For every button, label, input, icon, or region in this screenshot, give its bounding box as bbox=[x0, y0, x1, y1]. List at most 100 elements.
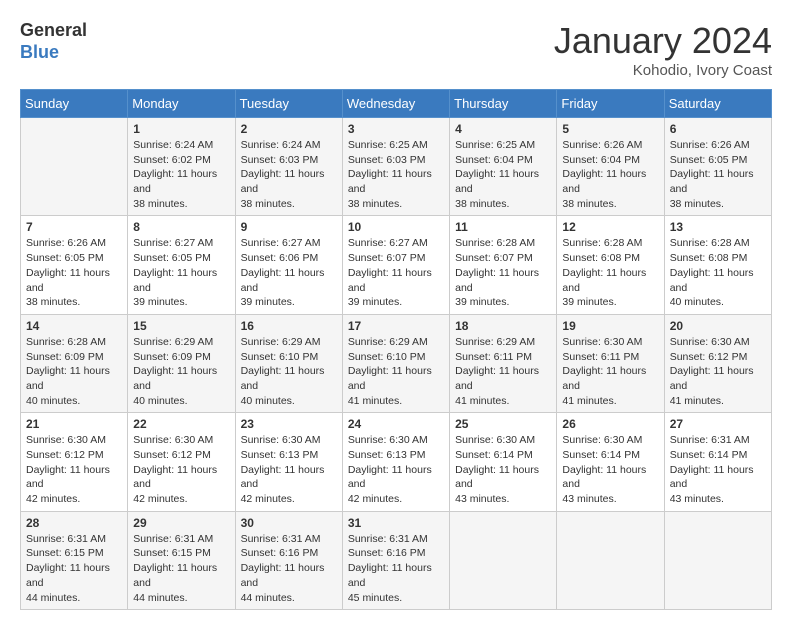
day-number: 1 bbox=[133, 122, 229, 136]
sunrise-text: Sunrise: 6:29 AM bbox=[455, 335, 551, 350]
day-number: 20 bbox=[670, 319, 766, 333]
cell-content: Sunrise: 6:26 AMSunset: 6:05 PMDaylight:… bbox=[26, 236, 122, 309]
sunset-text: Sunset: 6:04 PM bbox=[562, 153, 658, 168]
day-number: 25 bbox=[455, 417, 551, 431]
daylight-text: Daylight: 11 hours and38 minutes. bbox=[670, 167, 766, 211]
day-number: 17 bbox=[348, 319, 444, 333]
day-number: 11 bbox=[455, 220, 551, 234]
calendar-cell: 15Sunrise: 6:29 AMSunset: 6:09 PMDayligh… bbox=[128, 314, 235, 412]
calendar-cell: 23 Sunrise: 6:30 AMSunset: 6:13 PMDayligh… bbox=[235, 413, 342, 511]
sunset-text: Sunset: 6:13 PM bbox=[241, 448, 337, 463]
sunset-text: Sunset: 6:16 PM bbox=[241, 546, 337, 561]
sunset-text: Sunset: 6:05 PM bbox=[133, 251, 229, 266]
calendar-cell: 25Sunrise: 6:30 AMSunset: 6:14 PMDayligh… bbox=[450, 413, 557, 511]
weekday-header-tuesday: Tuesday bbox=[235, 90, 342, 118]
calendar-cell: 14Sunrise: 6:28 AMSunset: 6:09 PMDayligh… bbox=[21, 314, 128, 412]
weekday-header-wednesday: Wednesday bbox=[342, 90, 449, 118]
daylight-text: Daylight: 11 hours and39 minutes. bbox=[241, 266, 337, 310]
day-number: 27 bbox=[670, 417, 766, 431]
day-number: 24 bbox=[348, 417, 444, 431]
sunset-text: Sunset: 6:04 PM bbox=[455, 153, 551, 168]
page-header: General Blue General Blue January 2024 K… bbox=[20, 20, 772, 79]
daylight-text: Daylight: 11 hours and44 minutes. bbox=[133, 561, 229, 605]
sunset-text: Sunset: 6:11 PM bbox=[562, 350, 658, 365]
sunset-text: Sunset: 6:12 PM bbox=[26, 448, 122, 463]
daylight-text: Daylight: 11 hours and38 minutes. bbox=[348, 167, 444, 211]
day-number: 8 bbox=[133, 220, 229, 234]
calendar-cell: 17 Sunrise: 6:29 AMSunset: 6:10 PMDayligh… bbox=[342, 314, 449, 412]
day-number: 16 bbox=[241, 319, 337, 333]
cell-content: Sunrise: 6:29 AMSunset: 6:10 PMDaylight:… bbox=[348, 335, 444, 408]
sunrise-text: Sunrise: 6:28 AM bbox=[26, 335, 122, 350]
sunrise-text: Sunrise: 6:29 AM bbox=[241, 335, 337, 350]
day-number: 31 bbox=[348, 516, 444, 530]
cell-content: Sunrise: 6:30 AMSunset: 6:13 PMDaylight:… bbox=[241, 433, 337, 506]
month-title: January 2024 bbox=[554, 20, 772, 62]
day-number: 10 bbox=[348, 220, 444, 234]
sunrise-text: Sunrise: 6:26 AM bbox=[670, 138, 766, 153]
sunset-text: Sunset: 6:12 PM bbox=[133, 448, 229, 463]
day-number: 30 bbox=[241, 516, 337, 530]
cell-content: Sunrise: 6:29 AMSunset: 6:11 PMDaylight:… bbox=[455, 335, 551, 408]
sunrise-text: Sunrise: 6:30 AM bbox=[133, 433, 229, 448]
sunset-text: Sunset: 6:14 PM bbox=[670, 448, 766, 463]
sunrise-text: Sunrise: 6:28 AM bbox=[455, 236, 551, 251]
calendar-cell: 13Sunrise: 6:28 AMSunset: 6:08 PMDayligh… bbox=[664, 216, 771, 314]
daylight-text: Daylight: 11 hours and41 minutes. bbox=[562, 364, 658, 408]
sunrise-text: Sunrise: 6:29 AM bbox=[348, 335, 444, 350]
daylight-text: Daylight: 11 hours and45 minutes. bbox=[348, 561, 444, 605]
daylight-text: Daylight: 11 hours and39 minutes. bbox=[348, 266, 444, 310]
calendar-cell: 3Sunrise: 6:25 AMSunset: 6:03 PMDaylight… bbox=[342, 118, 449, 216]
cell-content: Sunrise: 6:29 AMSunset: 6:10 PMDaylight:… bbox=[241, 335, 337, 408]
calendar-cell bbox=[450, 511, 557, 609]
calendar-week-1: 1 Sunrise: 6:24 AMSunset: 6:02 PMDaylight… bbox=[21, 118, 772, 216]
sunrise-text: Sunrise: 6:31 AM bbox=[348, 532, 444, 547]
weekday-header-thursday: Thursday bbox=[450, 90, 557, 118]
sunrise-text: Sunrise: 6:30 AM bbox=[241, 433, 337, 448]
calendar-cell: 12Sunrise: 6:28 AMSunset: 6:08 PMDayligh… bbox=[557, 216, 664, 314]
daylight-text: Daylight: 11 hours and42 minutes. bbox=[26, 463, 122, 507]
daylight-text: Daylight: 11 hours and40 minutes. bbox=[133, 364, 229, 408]
cell-content: Sunrise: 6:29 AMSunset: 6:09 PMDaylight:… bbox=[133, 335, 229, 408]
calendar-cell: 16 Sunrise: 6:29 AMSunset: 6:10 PMDayligh… bbox=[235, 314, 342, 412]
sunset-text: Sunset: 6:15 PM bbox=[26, 546, 122, 561]
daylight-text: Daylight: 11 hours and41 minutes. bbox=[348, 364, 444, 408]
calendar-cell: 9Sunrise: 6:27 AMSunset: 6:06 PMDaylight… bbox=[235, 216, 342, 314]
sunset-text: Sunset: 6:14 PM bbox=[562, 448, 658, 463]
sunrise-text: Sunrise: 6:31 AM bbox=[26, 532, 122, 547]
calendar-cell: 1 Sunrise: 6:24 AMSunset: 6:02 PMDaylight… bbox=[128, 118, 235, 216]
weekday-header-saturday: Saturday bbox=[664, 90, 771, 118]
sunrise-text: Sunrise: 6:27 AM bbox=[133, 236, 229, 251]
daylight-text: Daylight: 11 hours and43 minutes. bbox=[455, 463, 551, 507]
sunrise-text: Sunrise: 6:28 AM bbox=[562, 236, 658, 251]
sunrise-text: Sunrise: 6:25 AM bbox=[348, 138, 444, 153]
sunset-text: Sunset: 6:07 PM bbox=[348, 251, 444, 266]
day-number: 29 bbox=[133, 516, 229, 530]
sunrise-text: Sunrise: 6:29 AM bbox=[133, 335, 229, 350]
calendar-cell: 18Sunrise: 6:29 AMSunset: 6:11 PMDayligh… bbox=[450, 314, 557, 412]
calendar-cell: 29Sunrise: 6:31 AMSunset: 6:15 PMDayligh… bbox=[128, 511, 235, 609]
cell-content: Sunrise: 6:30 AMSunset: 6:12 PMDaylight:… bbox=[133, 433, 229, 506]
sunrise-text: Sunrise: 6:27 AM bbox=[348, 236, 444, 251]
calendar-cell bbox=[664, 511, 771, 609]
sunset-text: Sunset: 6:08 PM bbox=[670, 251, 766, 266]
day-number: 14 bbox=[26, 319, 122, 333]
sunrise-text: Sunrise: 6:30 AM bbox=[670, 335, 766, 350]
sunrise-text: Sunrise: 6:27 AM bbox=[241, 236, 337, 251]
daylight-text: Daylight: 11 hours and44 minutes. bbox=[26, 561, 122, 605]
cell-content: Sunrise: 6:26 AMSunset: 6:05 PMDaylight:… bbox=[670, 138, 766, 211]
daylight-text: Daylight: 11 hours and40 minutes. bbox=[241, 364, 337, 408]
calendar-cell: 19Sunrise: 6:30 AMSunset: 6:11 PMDayligh… bbox=[557, 314, 664, 412]
calendar-cell: 8 Sunrise: 6:27 AMSunset: 6:05 PMDaylight… bbox=[128, 216, 235, 314]
sunset-text: Sunset: 6:14 PM bbox=[455, 448, 551, 463]
daylight-text: Daylight: 11 hours and38 minutes. bbox=[241, 167, 337, 211]
cell-content: Sunrise: 6:30 AMSunset: 6:14 PMDaylight:… bbox=[562, 433, 658, 506]
sunset-text: Sunset: 6:09 PM bbox=[133, 350, 229, 365]
daylight-text: Daylight: 11 hours and38 minutes. bbox=[133, 167, 229, 211]
daylight-text: Daylight: 11 hours and39 minutes. bbox=[133, 266, 229, 310]
sunrise-text: Sunrise: 6:31 AM bbox=[241, 532, 337, 547]
sunrise-text: Sunrise: 6:30 AM bbox=[562, 335, 658, 350]
cell-content: Sunrise: 6:24 AMSunset: 6:02 PMDaylight:… bbox=[133, 138, 229, 211]
day-number: 23 bbox=[241, 417, 337, 431]
calendar-week-3: 14Sunrise: 6:28 AMSunset: 6:09 PMDayligh… bbox=[21, 314, 772, 412]
